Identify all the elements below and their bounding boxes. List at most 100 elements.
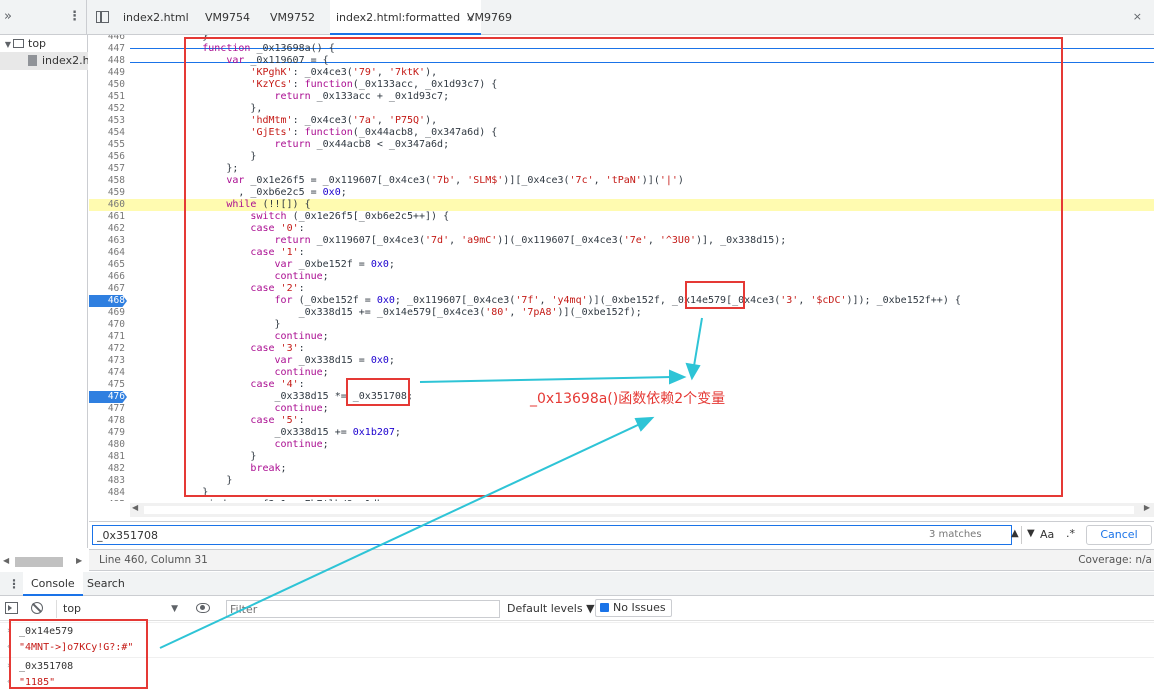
tab-vm9752[interactable]: VM9752 <box>264 0 321 35</box>
code-line[interactable]: 482 break; <box>89 463 1154 475</box>
console-output-row[interactable]: ‹ "1185" <box>0 674 1154 689</box>
line-number[interactable]: 467 <box>89 283 125 295</box>
context-selector[interactable]: top ▼ <box>56 600 182 618</box>
code-line[interactable]: 473 var _0x338d15 = 0x0; <box>89 355 1154 367</box>
line-number[interactable]: 451 <box>89 91 125 103</box>
line-number[interactable]: 483 <box>89 475 125 487</box>
line-number[interactable]: 461 <box>89 211 125 223</box>
tab-index2-html[interactable]: index2.html <box>117 0 195 35</box>
code-line[interactable]: 464 case '1': <box>89 247 1154 259</box>
line-number[interactable]: 470 <box>89 319 125 331</box>
code-line[interactable]: 446 } <box>89 35 1154 43</box>
scroll-right-icon[interactable]: ▶ <box>1144 503 1150 512</box>
console-sidebar-icon[interactable] <box>5 602 18 614</box>
line-number[interactable]: 466 <box>89 271 125 283</box>
code-line[interactable]: 478 case '5': <box>89 415 1154 427</box>
code-line[interactable]: 465 var _0xbe152f = 0x0; <box>89 259 1154 271</box>
line-number[interactable]: 450 <box>89 79 125 91</box>
code-line[interactable]: 471 continue; <box>89 331 1154 343</box>
tab-console[interactable]: Console <box>23 572 83 596</box>
code-line[interactable]: 483 } <box>89 475 1154 487</box>
code-line[interactable]: 472 case '3': <box>89 343 1154 355</box>
line-number[interactable]: 454 <box>89 127 125 139</box>
cancel-button[interactable]: Cancel <box>1086 525 1152 545</box>
breakpoint-line-number[interactable]: 468 <box>89 295 127 307</box>
regex-button[interactable]: .* <box>1066 527 1075 540</box>
scrollbar-thumb[interactable] <box>15 557 63 567</box>
line-number[interactable]: 453 <box>89 115 125 127</box>
code-line[interactable]: 452 }, <box>89 103 1154 115</box>
code-line[interactable]: 474 continue; <box>89 367 1154 379</box>
live-expression-eye-icon[interactable] <box>196 603 210 613</box>
more-options-icon[interactable]: ⋮ <box>8 577 20 591</box>
line-number[interactable]: 475 <box>89 379 125 391</box>
scroll-left-icon[interactable]: ◀ <box>3 556 9 565</box>
code-line[interactable]: 447 function _0x13698a() { <box>89 43 1154 55</box>
line-number[interactable]: 463 <box>89 235 125 247</box>
line-number[interactable]: 446 <box>89 35 125 43</box>
nav-item-index2-html[interactable]: index2.html <box>0 52 88 70</box>
line-number[interactable]: 449 <box>89 67 125 79</box>
code-line[interactable]: 460 while (!![]) { <box>89 199 1154 211</box>
code-line[interactable]: 470 } <box>89 319 1154 331</box>
line-number[interactable]: 473 <box>89 355 125 367</box>
line-number[interactable]: 447 <box>89 43 125 55</box>
code-line[interactable]: 485 window.y=xf3a1 = Eb7'lb/9ec1db ; <box>89 499 1154 501</box>
code-line[interactable]: 480 continue; <box>89 439 1154 451</box>
console-input-row[interactable]: › _0x14e579 <box>0 622 1154 639</box>
search-input[interactable] <box>92 525 1012 545</box>
tab-vm9769[interactable]: VM9769 <box>461 0 518 35</box>
code-line[interactable]: 450 'KzYCs': function(_0x133acc, _0x1d93… <box>89 79 1154 91</box>
code-line[interactable]: 458 var _0x1e26f5 = _0x119607[_0x4ce3('7… <box>89 175 1154 187</box>
tab-index2-html-formatted[interactable]: index2.html:formatted × <box>330 0 481 35</box>
code-line[interactable]: 451 return _0x133acc + _0x1d93c7; <box>89 91 1154 103</box>
coverage-status[interactable]: Coverage: n/a <box>1078 554 1152 566</box>
code-editor[interactable]: 446 } 447 function _0x13698a() {448 var _… <box>89 35 1154 501</box>
more-options-icon[interactable]: ⋮ <box>68 9 81 24</box>
line-number[interactable]: 482 <box>89 463 125 475</box>
line-number[interactable]: 485 <box>89 499 125 501</box>
line-number[interactable]: 457 <box>89 163 125 175</box>
clear-console-icon[interactable] <box>31 602 43 614</box>
line-number[interactable]: 480 <box>89 439 125 451</box>
search-next-icon[interactable]: ▼ <box>1027 528 1035 539</box>
code-line[interactable]: 457 }; <box>89 163 1154 175</box>
line-number[interactable]: 471 <box>89 331 125 343</box>
line-number[interactable]: 459 <box>89 187 125 199</box>
code-line[interactable]: 456 } <box>89 151 1154 163</box>
code-line[interactable]: 468 for (_0xbe152f = 0x0; _0x119607[_0x4… <box>89 295 1154 307</box>
line-number[interactable]: 478 <box>89 415 125 427</box>
expand-triangle-icon[interactable]: ▼ <box>3 36 13 53</box>
line-number[interactable]: 456 <box>89 151 125 163</box>
code-line[interactable]: 467 case '2': <box>89 283 1154 295</box>
line-number[interactable]: 464 <box>89 247 125 259</box>
tab-vm9754[interactable]: VM9754 <box>199 0 256 35</box>
code-line[interactable]: 466 continue; <box>89 271 1154 283</box>
code-line[interactable]: 463 return _0x119607[_0x4ce3('7d', 'a9mC… <box>89 235 1154 247</box>
filter-input[interactable] <box>226 600 500 618</box>
navigator-scrollbar[interactable]: ◀ ▶ <box>0 555 88 569</box>
code-line[interactable]: 461 switch (_0x1e26f5[_0xb6e2c5++]) { <box>89 211 1154 223</box>
line-number[interactable]: 460 <box>89 199 125 211</box>
code-line[interactable]: 469 _0x338d15 += _0x14e579[_0x4ce3('80',… <box>89 307 1154 319</box>
line-number[interactable]: 481 <box>89 451 125 463</box>
match-case-button[interactable]: Aa <box>1040 528 1054 541</box>
toggle-navigator-icon[interactable] <box>96 11 109 23</box>
line-number[interactable]: 462 <box>89 223 125 235</box>
code-line[interactable]: 453 'hdMtm': _0x4ce3('7a', 'P75Q'), <box>89 115 1154 127</box>
line-number[interactable]: 479 <box>89 427 125 439</box>
code-line[interactable]: 481 } <box>89 451 1154 463</box>
line-number[interactable]: 477 <box>89 403 125 415</box>
line-number[interactable]: 452 <box>89 103 125 115</box>
line-number[interactable]: 469 <box>89 307 125 319</box>
code-line[interactable]: 459 , _0xb6e2c5 = 0x0; <box>89 187 1154 199</box>
breakpoint-line-number[interactable]: 476 <box>89 391 127 403</box>
scrollbar-thumb[interactable] <box>144 506 1134 514</box>
code-line[interactable]: 454 'GjEts': function(_0x44acb8, _0x347a… <box>89 127 1154 139</box>
issues-button[interactable]: No Issues <box>595 599 672 617</box>
code-line[interactable]: 484 } <box>89 487 1154 499</box>
code-line[interactable]: 455 return _0x44acb8 < _0x347a6d; <box>89 139 1154 151</box>
code-line[interactable]: 449 'KPghK': _0x4ce3('79', '7ktK'), <box>89 67 1154 79</box>
console-input-row[interactable]: › _0x351708 <box>0 657 1154 674</box>
expand-sidebar-icon[interactable]: » <box>4 9 18 24</box>
